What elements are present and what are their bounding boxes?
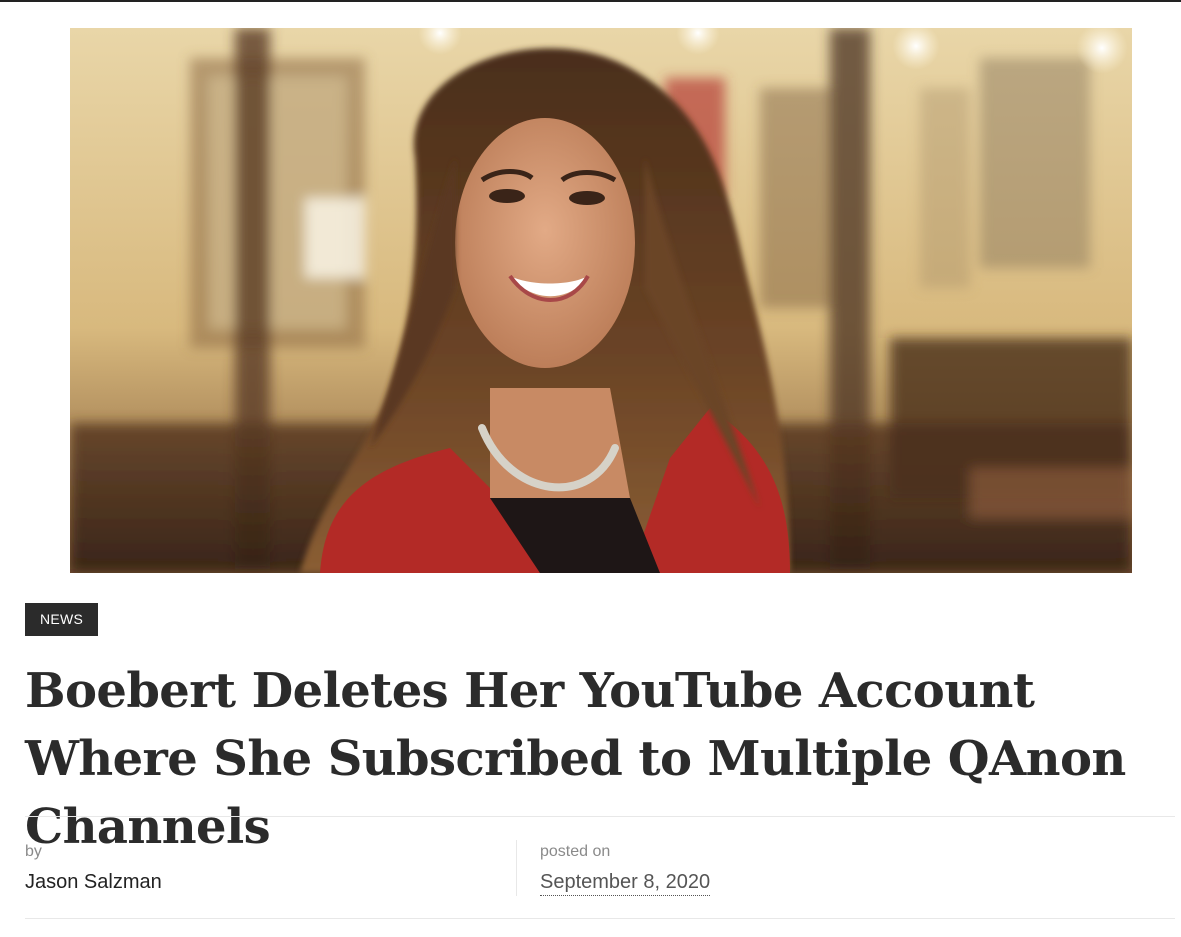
portrait-photo: [70, 28, 1132, 573]
meta-divider-top: [25, 816, 1175, 817]
meta-divider-bottom: [25, 918, 1175, 919]
top-border: [0, 0, 1181, 2]
meta-column-divider: [516, 840, 517, 896]
hero-image[interactable]: [70, 28, 1132, 573]
article-title: Boebert Deletes Her YouTube Account Wher…: [25, 663, 1126, 855]
author-name: Jason Salzman: [25, 871, 162, 893]
author-label: by: [25, 843, 42, 860]
post-date-link[interactable]: September 8, 2020: [540, 869, 711, 896]
date-label: posted on: [540, 843, 611, 860]
author-meta: by Jason Salzman: [25, 840, 162, 895]
date-meta: posted on September 8, 2020: [540, 840, 711, 896]
category-badge-news[interactable]: NEWS: [25, 603, 99, 636]
